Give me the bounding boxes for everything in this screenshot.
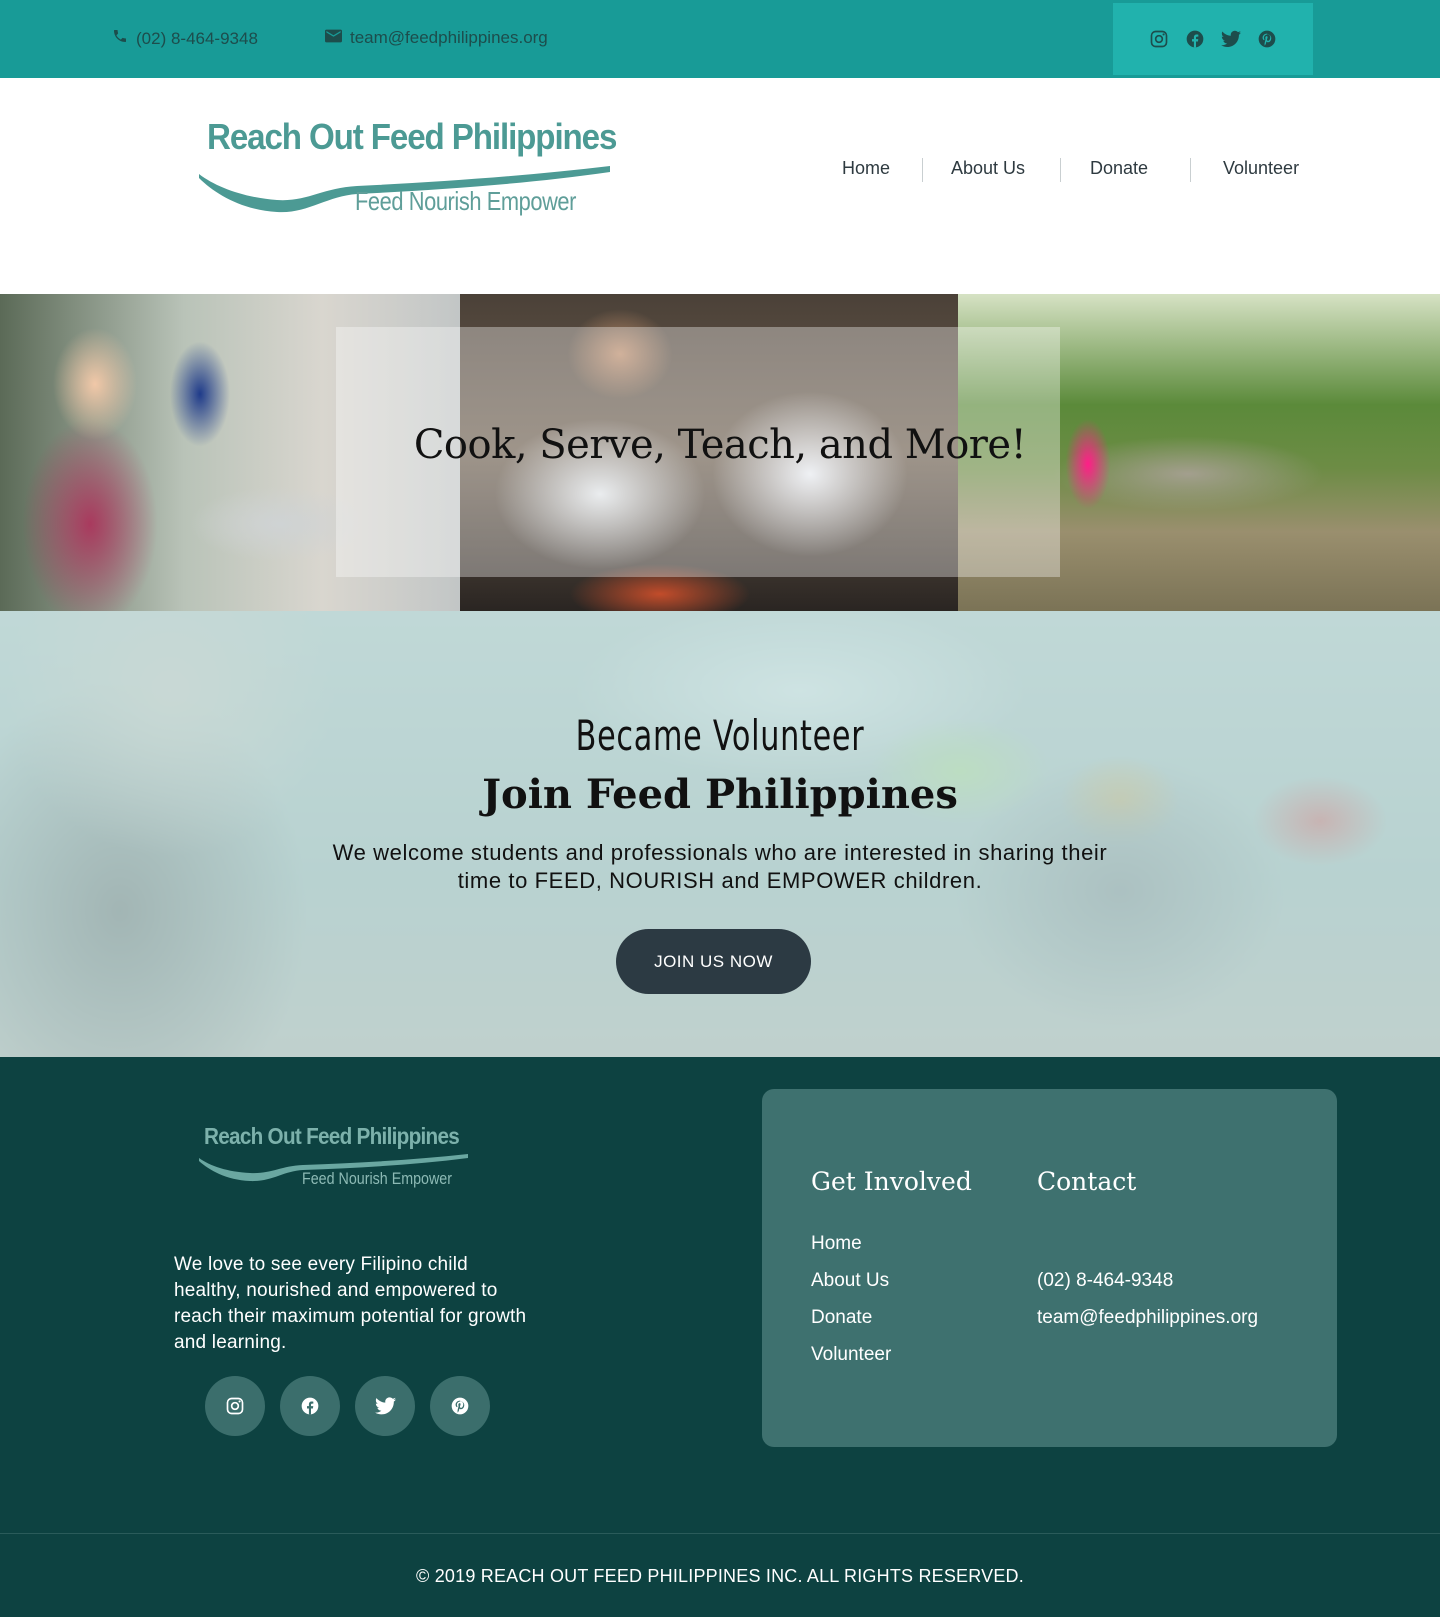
topbar-phone[interactable]: (02) 8-464-9348 <box>112 28 258 49</box>
instagram-icon[interactable] <box>1149 29 1169 49</box>
footer-logo-title: Reach Out Feed Philippines <box>204 1123 460 1149</box>
get-involved-heading: Get Involved <box>811 1167 972 1196</box>
nav-divider <box>1060 158 1061 182</box>
footer-link-donate[interactable]: Donate <box>811 1307 872 1329</box>
hero-heading: Cook, Serve, Teach, and More! <box>413 422 1027 468</box>
hero-banner: Cook, Serve, Teach, and More! <box>0 294 1440 611</box>
footer-social-links <box>205 1376 490 1436</box>
footer-contact-phone[interactable]: (02) 8-464-9348 <box>1037 1270 1173 1292</box>
nav-donate[interactable]: Donate <box>1090 158 1148 179</box>
topbar-email[interactable]: team@feedphilippines.org <box>325 28 548 48</box>
volunteer-section: Became Volunteer Join Feed Philippines W… <box>0 611 1440 1057</box>
nav-divider <box>1190 158 1191 182</box>
topbar-social-links <box>1113 3 1313 75</box>
footer-link-about-us[interactable]: About Us <box>811 1270 889 1292</box>
footer-logo[interactable]: Reach Out Feed Philippines Feed Nourish … <box>198 1123 470 1195</box>
top-bar: (02) 8-464-9348 team@feedphilippines.org <box>0 0 1440 78</box>
site-footer: Reach Out Feed Philippines Feed Nourish … <box>0 1057 1440 1533</box>
pinterest-icon[interactable] <box>1257 29 1277 49</box>
footer-logo-subtitle: Feed Nourish Empower <box>302 1169 453 1188</box>
pinterest-icon[interactable] <box>430 1376 490 1436</box>
volunteer-description: We welcome students and professionals wh… <box>332 840 1108 893</box>
footer-link-volunteer[interactable]: Volunteer <box>811 1344 891 1366</box>
site-logo[interactable]: Reach Out Feed Philippines Feed Nourish … <box>197 116 617 226</box>
nav-home[interactable]: Home <box>842 158 890 179</box>
phone-icon <box>112 28 128 49</box>
mail-icon <box>325 28 342 48</box>
facebook-icon[interactable] <box>1185 29 1205 49</box>
site-header: Reach Out Feed Philippines Feed Nourish … <box>0 78 1440 294</box>
topbar-email-text: team@feedphilippines.org <box>350 28 548 47</box>
topbar-phone-text: (02) 8-464-9348 <box>136 28 258 48</box>
logo-subtitle: Feed Nourish Empower <box>355 186 577 216</box>
volunteer-kicker: Became Volunteer <box>575 711 865 760</box>
nav-about-us[interactable]: About Us <box>951 158 1025 179</box>
nav-divider <box>922 158 923 182</box>
copyright-text: © 2019 REACH OUT FEED PHILIPPINES INC. A… <box>416 1566 1024 1586</box>
volunteer-heading: Join Feed Philippines <box>482 771 958 818</box>
footer-link-home[interactable]: Home <box>811 1233 862 1255</box>
twitter-icon[interactable] <box>355 1376 415 1436</box>
instagram-icon[interactable] <box>205 1376 265 1436</box>
contact-heading: Contact <box>1037 1167 1137 1196</box>
logo-title: Reach Out Feed Philippines <box>207 116 617 157</box>
join-us-now-button[interactable]: JOIN US NOW <box>616 929 811 994</box>
twitter-icon[interactable] <box>1221 29 1241 49</box>
footer-links-card: Get Involved Home About Us Donate Volunt… <box>762 1089 1337 1447</box>
copyright-bar: © 2019 REACH OUT FEED PHILIPPINES INC. A… <box>0 1533 1440 1617</box>
facebook-icon[interactable] <box>280 1376 340 1436</box>
footer-tagline: We love to see every Filipino child heal… <box>174 1254 527 1353</box>
nav-volunteer[interactable]: Volunteer <box>1223 158 1299 179</box>
footer-contact-email[interactable]: team@feedphilippines.org <box>1037 1307 1258 1329</box>
